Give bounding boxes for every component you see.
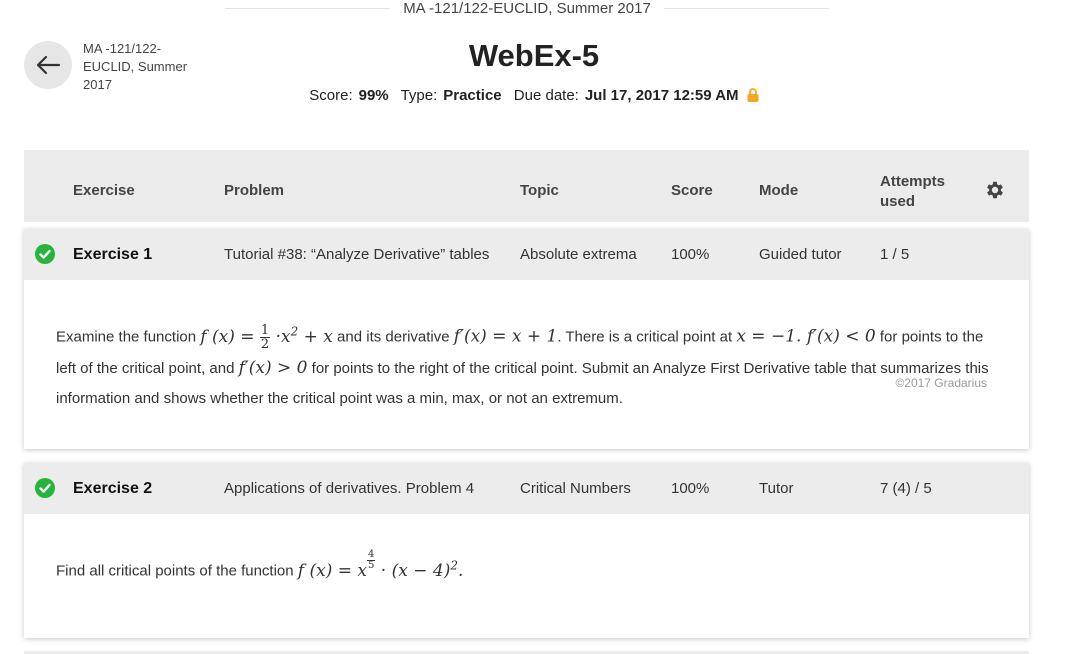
exercise-mode: Guided tutor (759, 246, 842, 263)
column-header-score[interactable]: Score (671, 182, 713, 199)
copyright: ©2017 Gradarius (895, 375, 987, 390)
exercise-topic: Critical Numbers (520, 480, 631, 497)
exercise-row[interactable]: Exercise 1 Tutorial #38: “Analyze Deriva… (24, 229, 1029, 280)
column-header-topic[interactable]: Topic (520, 182, 559, 199)
math-expression: f (x) = 12 ·x2 + x (200, 322, 333, 352)
exercise-card: Exercise 2 Applications of derivatives. … (24, 463, 1029, 638)
check-circle-icon (35, 244, 55, 264)
statement-text: . There is a critical point at (557, 328, 733, 346)
exercise-row[interactable]: Exercise 2 Applications of derivatives. … (24, 463, 1029, 514)
check-circle-icon (35, 478, 55, 498)
exercise-card: Exercise 1 Tutorial #38: “Analyze Deriva… (24, 229, 1029, 449)
math-expression: f′(x) > 0 (238, 357, 308, 378)
due-label: Due date: (513, 87, 579, 104)
exercise-statement: Find all critical points of the function… (24, 514, 1029, 581)
exercise-problem: Tutorial #38: “Analyze Derivative” table… (224, 246, 490, 263)
exercise-name[interactable]: Exercise 1 (73, 246, 152, 264)
exercise-score: 100% (671, 246, 710, 263)
score-value: 99% (358, 87, 389, 104)
exercise-attempts: 1 / 5 (880, 246, 910, 263)
statement-text: Examine the function (56, 328, 197, 346)
type-label: Type: (400, 87, 438, 104)
column-header-problem[interactable]: Problem (224, 182, 284, 199)
math-expression: f′(x) = x + 1 (453, 326, 558, 347)
course-header: MA -121/122-EUCLID, Summer 2017 (225, 0, 829, 18)
score-label: Score: (309, 87, 353, 104)
exercise-topic: Absolute extrema (520, 246, 637, 263)
exercise-table-header: Exercise Problem Topic Score Mode Attemp… (24, 150, 1029, 222)
exercise-mode: Tutor (759, 480, 794, 497)
assignment-meta: Score: 99% Type: Practice Due date: Jul 17,… (0, 87, 1068, 104)
exercise-name[interactable]: Exercise 2 (73, 480, 152, 498)
exercise-statement: Examine the function f (x) = 12 ·x2 + x … (24, 280, 1029, 414)
divider (664, 8, 829, 9)
page-title: WebEx-5 (468, 38, 600, 73)
gear-icon[interactable] (984, 179, 1006, 201)
exercise-problem: Applications of derivatives. Problem 4 (224, 480, 475, 497)
exercise-score: 100% (671, 480, 710, 497)
math-expression: f (x) = x45 · (x − 4)2. (297, 549, 464, 581)
column-header-attempts[interactable]: Attempts used (880, 172, 960, 212)
lock-icon (747, 88, 759, 102)
statement-text: and its derivative (337, 328, 450, 346)
column-header-exercise[interactable]: Exercise (73, 182, 135, 199)
type-value: Practice (443, 87, 502, 104)
due-value: Jul 17, 2017 12:59 AM (584, 87, 739, 104)
column-header-mode[interactable]: Mode (759, 182, 798, 199)
exercise-attempts: 7 (4) / 5 (880, 480, 932, 497)
statement-text: Find all critical points of the function (56, 562, 294, 580)
math-expression: x = −1. f′(x) < 0 (736, 326, 876, 347)
